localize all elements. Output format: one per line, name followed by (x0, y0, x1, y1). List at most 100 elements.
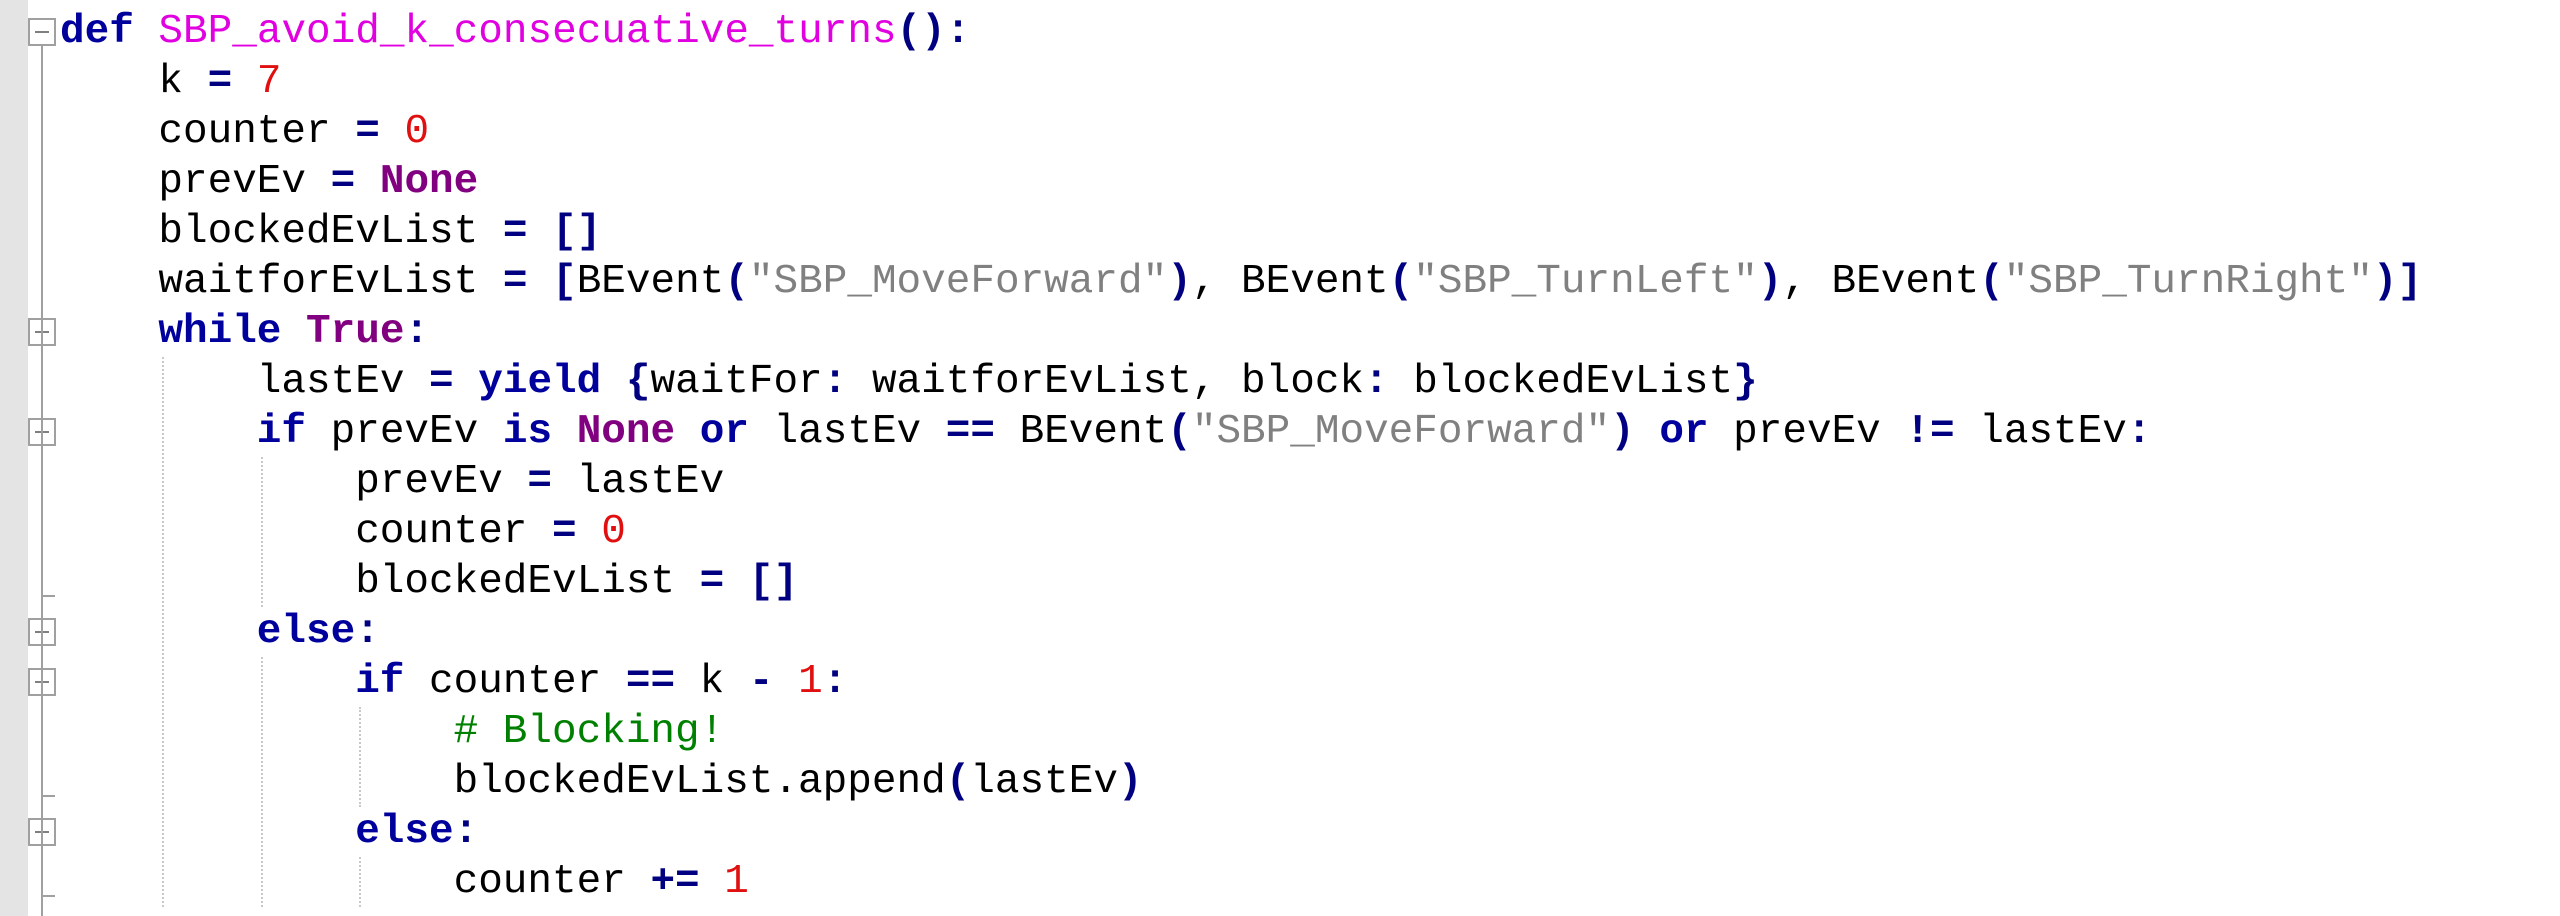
code-token: 1 (724, 859, 749, 905)
code-line[interactable]: lastEv = yield {waitFor: waitforEvList, … (257, 357, 1758, 407)
code-token: if (355, 659, 405, 705)
code-line[interactable]: while True: (158, 307, 429, 357)
code-line[interactable]: if counter == k - 1: (355, 657, 847, 707)
code-token: prevEv (158, 159, 331, 205)
code-token: "SBP_MoveForward" (1191, 409, 1611, 455)
code-token: lastEv (970, 759, 1118, 805)
code-line[interactable]: counter = 0 (355, 507, 626, 557)
code-token: != (1905, 409, 1955, 455)
code-token: = (207, 59, 233, 105)
code-token: 0 (404, 109, 430, 155)
code-line[interactable]: prevEv = None (158, 157, 478, 207)
fold-margin (28, 0, 60, 916)
code-token: , BEvent (1191, 259, 1389, 305)
code-token: : (1364, 359, 1389, 405)
code-token: lastEv (552, 459, 725, 505)
code-line[interactable]: def SBP_avoid_k_consecuative_turns(): (60, 7, 970, 57)
code-token: if (256, 409, 307, 455)
code-line[interactable]: else: (257, 607, 380, 657)
code-token: prevEv (306, 409, 503, 455)
indent-guide (359, 707, 362, 807)
code-token: prevEv (355, 459, 528, 505)
code-line[interactable]: blockedEvList.append(lastEv) (454, 757, 1143, 807)
code-token: True (306, 309, 405, 355)
indent-guide (359, 857, 362, 907)
code-line[interactable]: blockedEvList = [] (355, 557, 798, 607)
code-line[interactable]: if prevEv is None or lastEv == BEvent("S… (257, 407, 2152, 457)
code-token: ( (1388, 259, 1414, 305)
fold-range-line (41, 46, 43, 916)
minus-fold-icon[interactable] (28, 18, 56, 46)
code-token: waitforEvList, block (847, 359, 1365, 405)
code-token: : (822, 359, 848, 405)
line-number-gutter (0, 0, 28, 916)
fold-end-marker (41, 595, 55, 597)
code-token: : (2126, 409, 2152, 455)
code-area[interactable]: def SBP_avoid_k_consecuative_turns(): k =… (60, 0, 2560, 916)
code-token: ( (945, 759, 971, 805)
code-line[interactable]: counter += 1 (454, 857, 749, 907)
code-token: 1 (798, 659, 823, 705)
fold-end-marker (41, 795, 55, 797)
code-token: else (256, 609, 356, 655)
code-token: ) (1117, 759, 1143, 805)
code-token: "SBP_TurnLeft" (1413, 259, 1758, 305)
code-token: == (945, 409, 995, 455)
code-token: , BEvent (1782, 259, 1980, 305)
code-token: lastEv (748, 409, 946, 455)
code-token: } (1733, 359, 1758, 405)
code-token: counter (404, 659, 626, 705)
code-token: : (453, 809, 479, 855)
code-token: BEvent (995, 409, 1168, 455)
code-editor[interactable]: def SBP_avoid_k_consecuative_turns(): k =… (0, 0, 2560, 916)
code-line[interactable]: waitforEvList = [BEvent("SBP_MoveForward… (158, 257, 2422, 307)
code-token: = (699, 559, 725, 605)
indent-guide (162, 357, 165, 907)
code-token: k (158, 59, 208, 105)
code-token: blockedEvList (1388, 359, 1734, 405)
code-token: : (355, 609, 380, 655)
code-token: while (158, 309, 282, 355)
code-token: lastEv (256, 359, 430, 405)
code-token: = (502, 209, 528, 255)
code-token: prevEv (1708, 409, 1906, 455)
code-token: lastEv (1954, 409, 2127, 455)
code-token: [] (552, 209, 602, 255)
code-token: ) (1610, 409, 1635, 455)
code-token: def (60, 9, 134, 55)
code-token: None (576, 409, 676, 455)
code-token: ( (1167, 409, 1192, 455)
code-token: = (527, 459, 553, 505)
code-token: 0 (601, 509, 626, 555)
code-line[interactable]: counter = 0 (158, 107, 429, 157)
code-token: k (675, 659, 749, 705)
code-token: == (625, 659, 676, 705)
fold-end-marker (41, 895, 55, 897)
code-token: counter (158, 109, 356, 155)
code-token: waitforEvList (158, 259, 503, 305)
code-token: ( (1979, 259, 2004, 305)
code-token: "SBP_TurnRight" (2003, 259, 2373, 305)
code-token: += (650, 859, 700, 905)
code-line[interactable]: else: (355, 807, 478, 857)
code-token: { (625, 359, 651, 405)
code-token: = (552, 509, 577, 555)
code-token: = (330, 159, 356, 205)
code-token: ) (1757, 259, 1783, 305)
code-line[interactable]: k = 7 (158, 57, 281, 107)
code-token: = (429, 359, 454, 405)
code-token: is (502, 409, 553, 455)
code-line[interactable]: prevEv = lastEv (355, 457, 724, 507)
code-line[interactable]: # Blocking! (454, 707, 725, 757)
code-line[interactable]: blockedEvList = [] (158, 207, 601, 257)
code-token: yield (478, 359, 602, 405)
code-token: 7 (256, 59, 282, 105)
indent-guide (260, 457, 263, 607)
